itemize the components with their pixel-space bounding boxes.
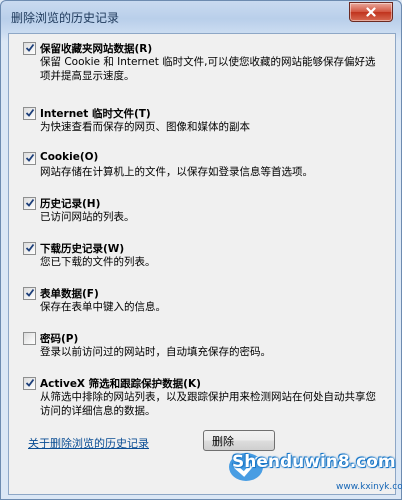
checkmark-icon [25,198,35,207]
window-title: 删除浏览的历史记录 [11,11,120,25]
option-description: 网站存储在计算机上的文件，以保存如登录信息等首选项。 [40,166,313,178]
about-delete-history-link[interactable]: 关于删除浏览的历史记录 [28,435,149,451]
checkmark-icon [25,153,35,162]
close-icon [366,7,376,17]
option-label[interactable]: 保留收藏夹网站数据(R) [40,41,152,56]
checkbox-preserve-favorites[interactable] [23,42,36,55]
option-label[interactable]: 表单数据(F) [40,286,99,301]
watermark-url: www.kxinyk.com [336,482,402,492]
checkbox-temp-files[interactable] [23,107,36,120]
option-label[interactable]: 下载历史记录(W) [40,241,124,256]
option-description: 保存在表单中键入的信息。 [40,301,166,313]
checkmark-icon [25,108,35,117]
option-description: 登录以前访问过的网站时，自动填充保存的密码。 [40,346,271,358]
title-bar[interactable]: 删除浏览的历史记录 [1,1,401,33]
option-label[interactable]: 历史记录(H) [40,196,100,211]
checkbox-cookies[interactable] [23,152,36,165]
option-description: 为快速查看而保存的网页、图像和媒体的副本 [40,121,250,133]
checkbox-history[interactable] [23,197,36,210]
option-description: 已访问网站的列表。 [40,211,135,223]
checkmark-icon [25,43,35,52]
watermark: Shenduwin8.com www.kxinyk.com [226,444,402,500]
option-label[interactable]: Cookie(O) [40,151,98,163]
option-label[interactable]: 密码(P) [40,331,78,346]
checkmark-icon [25,243,35,252]
checkbox-passwords[interactable] [23,332,36,345]
checkbox-activex-tracking[interactable] [23,377,36,390]
option-description: 您已下载的文件的列表。 [40,256,156,268]
option-label[interactable]: ActiveX 筛选和跟踪保护数据(K) [40,376,201,391]
option-description: 从筛选中排除的网站列表，以及跟踪保护用来检测网站在何处自动共享您访问的详细信息的… [40,391,376,417]
option-label[interactable]: Internet 临时文件(T) [40,106,151,121]
delete-history-dialog: 删除浏览的历史记录 保留收藏夹网站数据(R) 保留 Cookie 和 Inter… [0,0,402,500]
option-description: 保留 Cookie 和 Internet 临时文件,可以使您收藏的网站能够保存偏… [40,56,376,82]
dialog-body: 保留收藏夹网站数据(R) 保留 Cookie 和 Internet 临时文件,可… [8,33,396,495]
checkbox-download-history[interactable] [23,242,36,255]
close-button[interactable] [349,2,393,22]
watermark-text: Shenduwin8.com [232,452,396,472]
checkmark-icon [25,288,35,297]
checkbox-form-data[interactable] [23,287,36,300]
checkmark-icon [25,378,35,387]
